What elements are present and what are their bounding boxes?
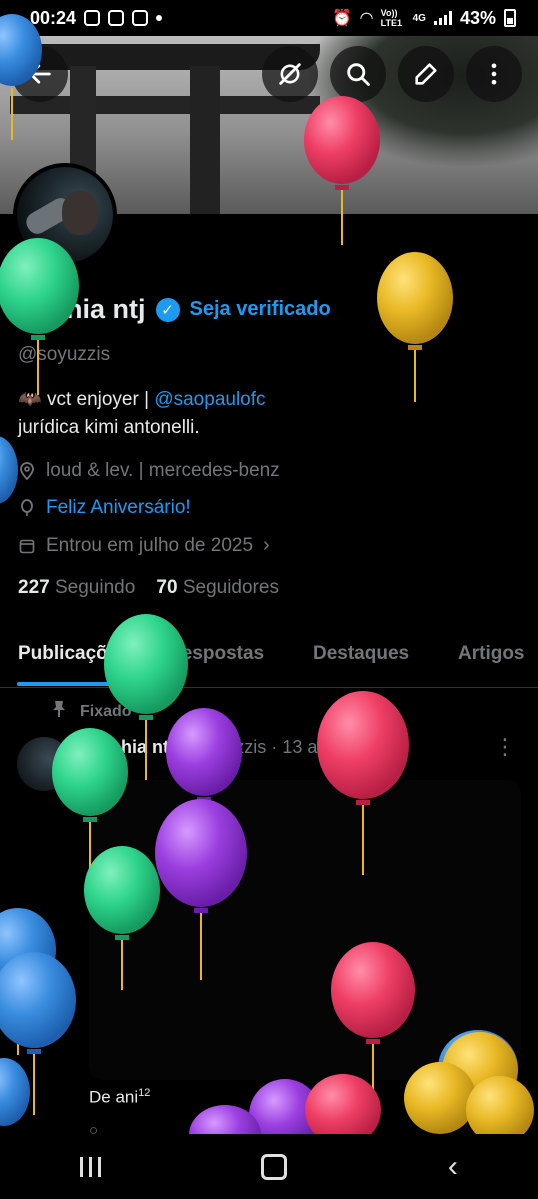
bio-line-1: 🦇 vct enjoyer | @saopaulofc — [18, 387, 266, 411]
chevron-right-icon: › — [263, 534, 270, 556]
birthday-row: Feliz Aniversário! — [18, 497, 191, 519]
profile-name: sophia ntj — [18, 294, 146, 324]
grok-icon — [279, 63, 301, 85]
battery-icon — [504, 9, 516, 27]
more-vertical-icon — [491, 63, 497, 85]
tab-respostas[interactable]: Respostas — [168, 643, 264, 665]
birthday-text[interactable]: Feliz Aniversário! — [46, 497, 191, 519]
instagram-icon — [108, 10, 125, 26]
battery-percent: 43% — [459, 7, 496, 28]
instagram-icon — [132, 10, 149, 26]
verified-badge-icon[interactable]: ✓ — [155, 297, 180, 322]
post-media[interactable] — [89, 780, 521, 1080]
alarm-icon: ⏰ — [332, 10, 353, 27]
followers-count[interactable]: 70 — [156, 577, 177, 598]
post-text: De ani12 — [89, 1087, 150, 1108]
pinned-label-row: Fixado — [52, 700, 132, 723]
back-button[interactable] — [12, 46, 68, 102]
bio-text: vct enjoyer | — [46, 389, 155, 410]
follow-stats: 227 Seguindo 70 Seguidores — [18, 577, 279, 599]
location-text: loud & lev. | mercedes-benz — [46, 460, 280, 481]
get-verified-link[interactable]: Seja verificado — [190, 298, 331, 321]
wifi-icon: ◠ — [360, 10, 373, 27]
active-tab-indicator — [17, 682, 139, 686]
pinned-label: Fixado — [80, 702, 132, 720]
post-text-sup: 12 — [138, 1087, 151, 1099]
followers-label[interactable]: Seguidores — [183, 577, 279, 598]
post-avatar[interactable] — [17, 737, 71, 791]
android-nav-bar: ‹ — [0, 1134, 538, 1199]
clock: 00:24 — [30, 7, 77, 28]
profile-name-row: sophia ntj ✓ Seja verificado — [18, 294, 331, 325]
signal-icon — [433, 11, 452, 25]
tab-publicacoes[interactable]: Publicações — [18, 643, 129, 665]
search-icon — [347, 63, 370, 86]
notification-dot-icon — [156, 15, 163, 21]
post-text-body: De ani — [89, 1087, 139, 1107]
calendar-icon — [18, 537, 36, 555]
pin-icon — [52, 700, 66, 723]
post-more-icon[interactable]: ⋮ — [494, 734, 516, 760]
volte-label: Vo)) LTE1 — [380, 8, 402, 28]
profile-tabs: Publicações Respostas Destaques Artigos — [0, 640, 538, 688]
following-count[interactable]: 227 — [18, 577, 50, 598]
tab-artigos[interactable]: Artigos — [458, 643, 525, 665]
bio-mention-link[interactable]: @saopaulofc — [154, 389, 265, 410]
instagram-icon — [84, 10, 101, 26]
post-header: sophia ntj @soyuzzis · 13 abr. — [89, 737, 337, 758]
recent-apps-button[interactable] — [80, 1156, 102, 1177]
post-author[interactable]: sophia ntj — [89, 737, 174, 757]
more-button[interactable] — [466, 46, 522, 102]
network-label: 4G — [412, 12, 426, 24]
joined-text: Entrou em julho de 2025 — [46, 534, 254, 556]
back-nav-button[interactable]: ‹ — [448, 1150, 458, 1184]
status-bar: 00:24 ⏰ ◠ Vo)) LTE1 4G 43% — [0, 0, 538, 36]
profile-avatar[interactable] — [13, 163, 117, 267]
bio-line-2: jurídica kimi antonelli. — [18, 417, 200, 438]
edit-button[interactable] — [398, 46, 454, 102]
arrow-left-icon — [29, 64, 51, 84]
home-button[interactable] — [261, 1153, 288, 1180]
joined-row[interactable]: Entrou em julho de 2025 › — [18, 534, 270, 557]
grok-button[interactable] — [262, 46, 318, 102]
location-row: loud & lev. | mercedes-benz — [18, 460, 280, 482]
bat-emoji-icon: 🦇 — [18, 389, 42, 410]
location-pin-icon — [18, 462, 36, 480]
search-button[interactable] — [330, 46, 386, 102]
tab-destaques[interactable]: Destaques — [313, 643, 409, 665]
profile-handle: @soyuzzis — [18, 344, 111, 365]
balloon-icon — [18, 499, 36, 517]
following-label[interactable]: Seguindo — [55, 577, 135, 598]
edit-icon — [415, 63, 437, 85]
post-handle-date: @soyuzzis · 13 abr. — [179, 737, 338, 757]
